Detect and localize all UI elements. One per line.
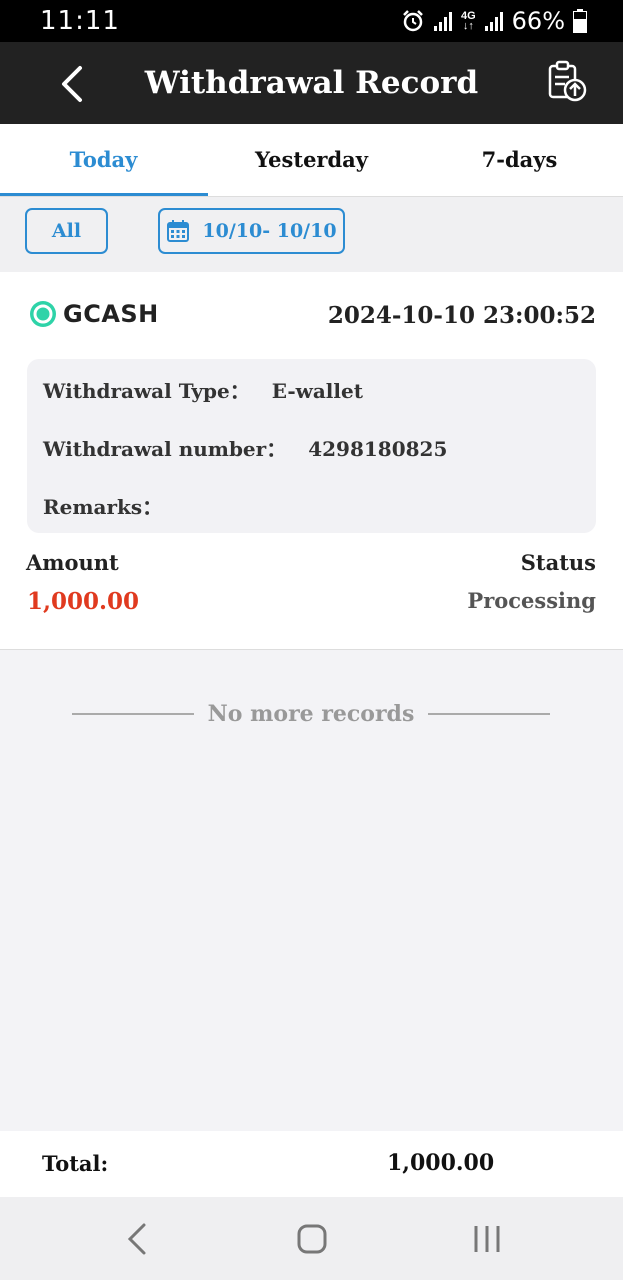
date-tabs: Today Yesterday 7-days xyxy=(0,124,623,197)
remarks-row: Remarks： xyxy=(43,491,184,520)
status-value: Processing xyxy=(467,588,596,613)
nav-home-icon[interactable] xyxy=(290,1217,334,1261)
divider-line xyxy=(72,713,194,715)
filter-bar: All 10/10- 10/10 xyxy=(0,197,623,272)
withdrawal-type-value: E-wallet xyxy=(271,379,363,403)
tab-yesterday[interactable]: Yesterday xyxy=(208,124,415,196)
withdrawal-number-label: Withdrawal number： xyxy=(43,437,287,461)
date-range-label: 10/10- 10/10 xyxy=(202,220,337,242)
amount-value: 1,000.00 xyxy=(27,588,140,615)
amount-label: Amount xyxy=(26,550,119,575)
nav-recents-icon[interactable] xyxy=(465,1217,509,1261)
withdrawal-type-row: Withdrawal Type： E-wallet xyxy=(43,375,363,404)
page-title: Withdrawal Record xyxy=(144,65,479,101)
nav-back-icon[interactable] xyxy=(116,1217,160,1261)
battery-percent: 66% xyxy=(511,7,565,35)
type-filter-button[interactable]: All xyxy=(25,208,108,254)
active-tab-indicator xyxy=(0,193,208,196)
status-icons: 4G ↓↑ 66% xyxy=(401,6,587,36)
remarks-label: Remarks： xyxy=(43,495,163,519)
calendar-icon xyxy=(167,220,190,242)
withdrawal-type-label: Withdrawal Type： xyxy=(43,379,250,403)
withdrawal-record-card[interactable]: GCASH 2024-10-10 23:00:52 Withdrawal Typ… xyxy=(0,272,623,650)
alarm-icon xyxy=(403,10,423,32)
record-details: Withdrawal Type： E-wallet Withdrawal numb… xyxy=(27,359,596,533)
withdrawal-number-row: Withdrawal number： 4298180825 xyxy=(43,433,447,462)
tab-today[interactable]: Today xyxy=(0,124,207,196)
signal-icon xyxy=(484,12,503,31)
withdrawal-number-value: 4298180825 xyxy=(308,437,448,461)
divider-line xyxy=(428,713,551,715)
gcash-logo-icon xyxy=(30,301,56,327)
channel-name: GCASH xyxy=(63,300,159,328)
date-range-button[interactable]: 10/10- 10/10 xyxy=(158,208,345,254)
signal-icon xyxy=(433,12,452,31)
channel-brand: GCASH xyxy=(29,300,159,328)
total-bar: Total: 1,000.00 xyxy=(0,1131,623,1197)
type-filter-label: All xyxy=(51,220,82,242)
network-type: 4G ↓↑ xyxy=(460,10,476,32)
tab-7-days[interactable]: 7-days xyxy=(416,124,623,196)
system-navigation-bar xyxy=(0,1197,623,1280)
total-value: 1,000.00 xyxy=(387,1150,495,1176)
status-bar: 11:11 4G ↓↑ 66% xyxy=(0,0,623,42)
status-label: Status xyxy=(520,550,596,575)
list-end-indicator: No more records xyxy=(72,696,551,732)
status-time: 11:11 xyxy=(40,6,120,36)
clipboard-upload-icon[interactable] xyxy=(547,60,587,102)
app-header: Withdrawal Record xyxy=(0,42,623,124)
no-more-records-text: No more records xyxy=(207,701,415,727)
record-datetime: 2024-10-10 23:00:52 xyxy=(327,302,596,329)
battery-icon xyxy=(573,9,587,33)
total-label: Total: xyxy=(42,1151,109,1176)
